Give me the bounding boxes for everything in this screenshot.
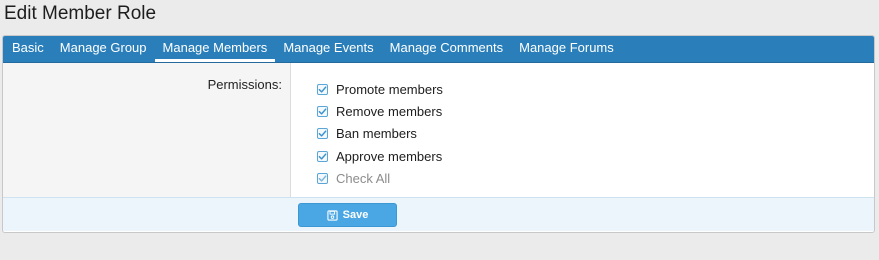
checkmark-icon bbox=[318, 108, 327, 115]
save-button[interactable]: Save bbox=[298, 203, 397, 227]
remove-members-checkbox[interactable] bbox=[317, 106, 328, 118]
checkmark-icon bbox=[318, 86, 327, 93]
permissions-checklist: Promote members Remove members Ban membe… bbox=[291, 63, 443, 197]
tab-bar: Basic Manage Group Manage Members Manage… bbox=[3, 36, 874, 63]
option-label: Check All bbox=[336, 171, 391, 187]
option-ban-members[interactable]: Ban members bbox=[317, 123, 443, 145]
checkmark-icon bbox=[318, 175, 327, 182]
tab-manage-forums[interactable]: Manage Forums bbox=[511, 36, 622, 62]
ban-members-checkbox[interactable] bbox=[317, 128, 328, 140]
option-check-all[interactable]: Check All bbox=[317, 168, 443, 190]
edit-role-panel: Basic Manage Group Manage Members Manage… bbox=[2, 35, 875, 233]
save-button-label: Save bbox=[342, 209, 369, 221]
tab-manage-group[interactable]: Manage Group bbox=[52, 36, 155, 62]
checkmark-icon bbox=[318, 130, 327, 138]
permissions-label: Permissions: bbox=[3, 63, 291, 197]
tab-manage-comments[interactable]: Manage Comments bbox=[382, 36, 511, 62]
option-label: Ban members bbox=[336, 126, 417, 142]
option-label: Remove members bbox=[336, 104, 443, 120]
tab-basic[interactable]: Basic bbox=[4, 36, 52, 62]
tab-manage-events[interactable]: Manage Events bbox=[275, 36, 381, 62]
form-footer: Save bbox=[3, 197, 874, 231]
checkmark-icon bbox=[318, 153, 327, 160]
page-title: Edit Member Role bbox=[4, 3, 157, 24]
tab-manage-members[interactable]: Manage Members bbox=[154, 36, 276, 62]
promote-members-checkbox[interactable] bbox=[317, 83, 328, 95]
option-label: Promote members bbox=[336, 81, 443, 97]
option-label: Approve members bbox=[336, 148, 443, 164]
option-approve-members[interactable]: Approve members bbox=[317, 145, 443, 167]
check-all-checkbox[interactable] bbox=[317, 173, 328, 185]
floppy-disk-icon bbox=[327, 209, 338, 221]
option-promote-members[interactable]: Promote members bbox=[317, 78, 443, 100]
option-remove-members[interactable]: Remove members bbox=[317, 100, 443, 122]
approve-members-checkbox[interactable] bbox=[317, 150, 328, 162]
permissions-row: Permissions: Promote members Remove memb… bbox=[3, 63, 874, 197]
